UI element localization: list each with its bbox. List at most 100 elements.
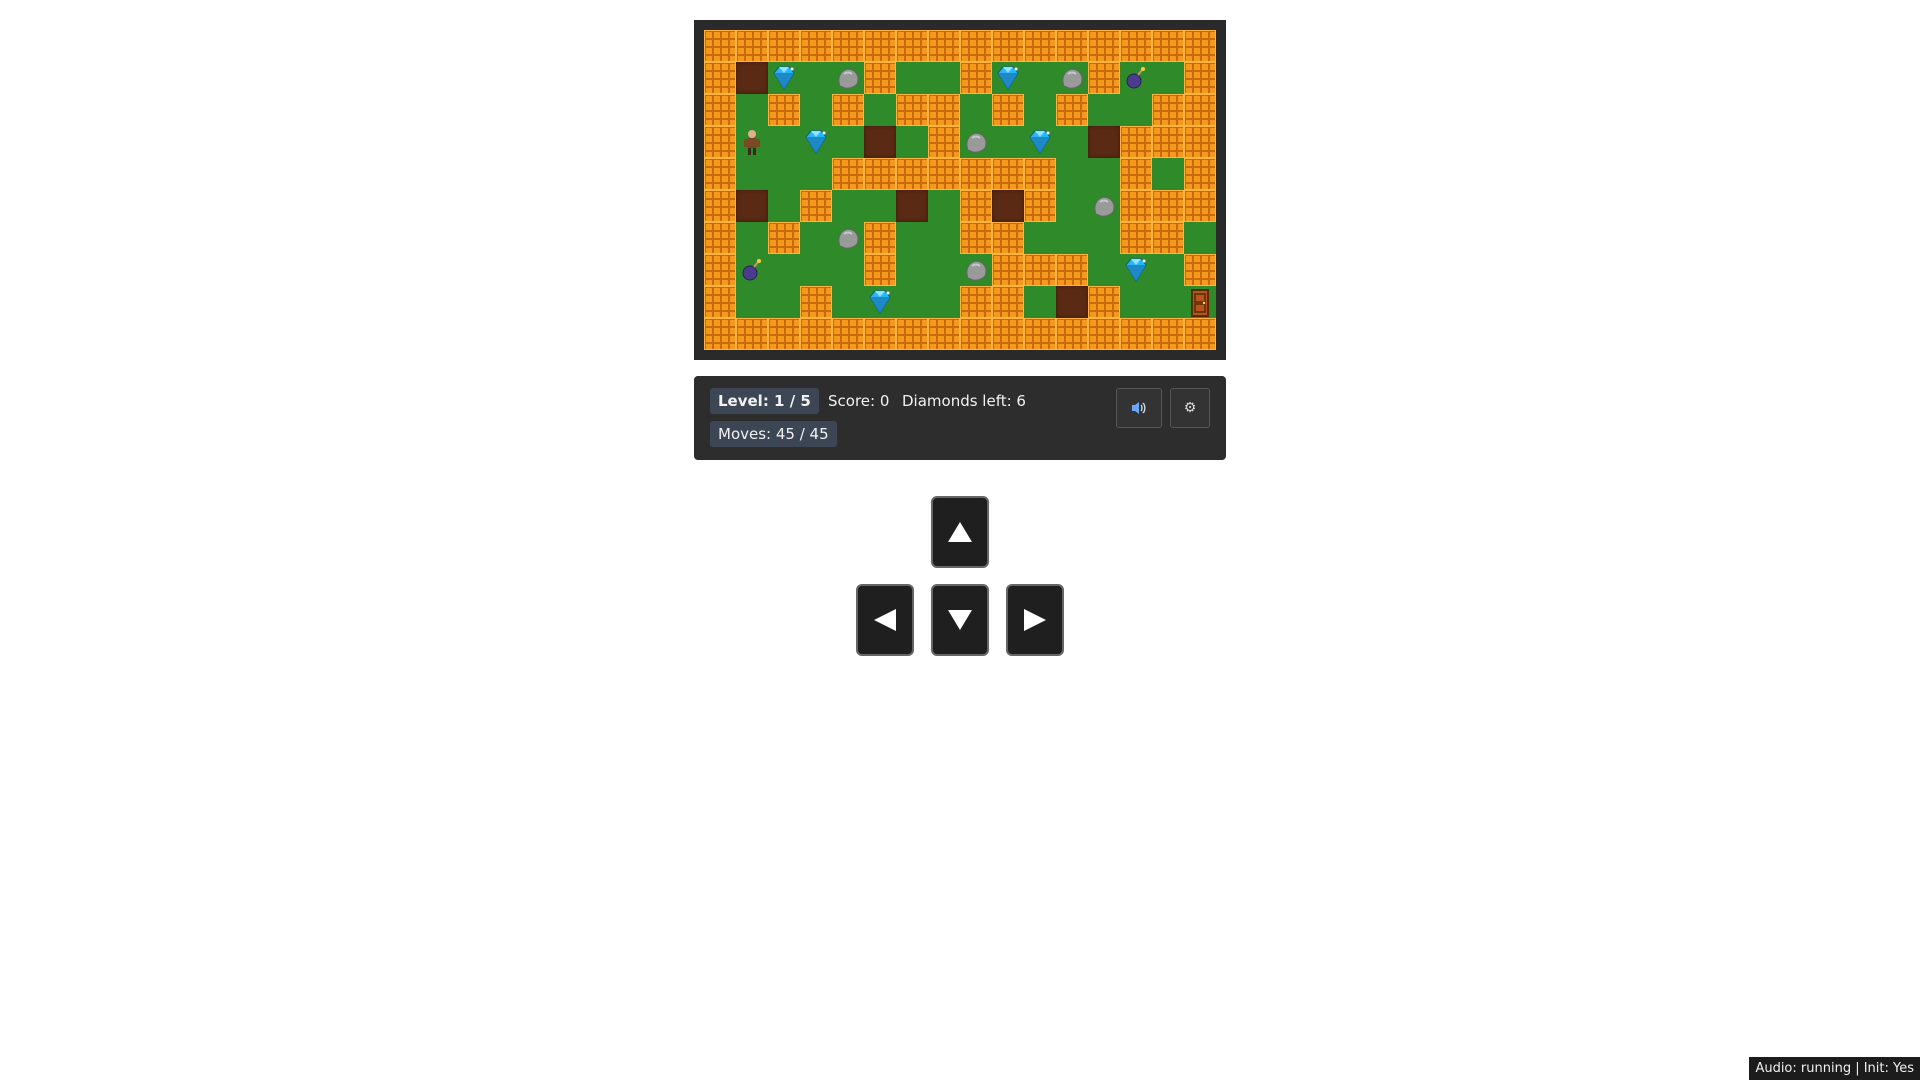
grass-floor-tile: [800, 158, 832, 190]
brick-wall-tile: [1088, 30, 1120, 62]
move-right-button[interactable]: [1006, 584, 1064, 656]
grass-floor-tile: [896, 254, 928, 286]
brick-wall-tile: [864, 222, 896, 254]
dirt-tile: [1088, 126, 1120, 158]
grass-floor-tile: [1088, 254, 1120, 286]
grass-floor-tile: [896, 222, 928, 254]
grass-floor-tile: [1088, 158, 1120, 190]
player-tile: [736, 126, 768, 158]
brick-wall-tile: [864, 62, 896, 94]
diamond-icon: [1125, 258, 1147, 282]
brick-wall-tile: [704, 94, 736, 126]
brick-wall-tile: [768, 30, 800, 62]
brick-wall-tile: [704, 126, 736, 158]
brick-wall-tile: [864, 254, 896, 286]
grass-floor-tile: [896, 286, 928, 318]
grass-floor-tile: [1056, 126, 1088, 158]
diamond-tile: [1120, 254, 1152, 286]
game-board-frame: [694, 20, 1226, 360]
diamond-tile: [1024, 126, 1056, 158]
brick-wall-tile: [1184, 30, 1216, 62]
grass-floor-tile: [1120, 286, 1152, 318]
brick-wall-tile: [992, 318, 1024, 350]
brick-wall-tile: [960, 158, 992, 190]
boulder-icon: [1094, 196, 1115, 217]
diamond-icon: [773, 66, 795, 90]
brick-wall-tile: [800, 190, 832, 222]
brick-wall-tile: [1088, 62, 1120, 94]
grass-floor-tile: [800, 62, 832, 94]
brick-wall-tile: [1184, 62, 1216, 94]
brick-wall-tile: [1024, 190, 1056, 222]
boulder-tile: [1088, 190, 1120, 222]
grass-floor-tile: [960, 94, 992, 126]
grass-floor-tile: [800, 254, 832, 286]
boulder-tile: [960, 126, 992, 158]
moves-counter: Moves: 45 / 45: [710, 421, 837, 447]
sound-button[interactable]: [1116, 388, 1162, 428]
move-up-button[interactable]: [931, 496, 989, 568]
dirt-tile: [736, 62, 768, 94]
grass-floor-tile: [800, 222, 832, 254]
brick-wall-tile: [704, 62, 736, 94]
brick-wall-tile: [896, 318, 928, 350]
diamond-icon: [997, 66, 1019, 90]
settings-button[interactable]: ⚙: [1170, 388, 1210, 428]
brick-wall-tile: [704, 30, 736, 62]
grass-floor-tile: [736, 94, 768, 126]
move-left-button[interactable]: [856, 584, 914, 656]
brick-wall-tile: [768, 94, 800, 126]
brick-wall-tile: [992, 158, 1024, 190]
brick-wall-tile: [960, 190, 992, 222]
hud-panel: Level: 1 / 5 Score: 0 Diamonds left: 6 M…: [694, 376, 1226, 460]
exit-door-tile: [1184, 286, 1216, 318]
brick-wall-tile: [928, 158, 960, 190]
brick-wall-tile: [1120, 318, 1152, 350]
brick-wall-tile: [736, 30, 768, 62]
grass-floor-tile: [768, 190, 800, 222]
brick-wall-tile: [928, 94, 960, 126]
diamond-icon: [869, 290, 891, 314]
boulder-icon: [966, 132, 987, 153]
brick-wall-tile: [1056, 94, 1088, 126]
grass-floor-tile: [1024, 222, 1056, 254]
diamond-tile: [800, 126, 832, 158]
brick-wall-tile: [896, 30, 928, 62]
brick-wall-tile: [1152, 94, 1184, 126]
grass-floor-tile: [896, 62, 928, 94]
brick-wall-tile: [992, 222, 1024, 254]
brick-wall-tile: [832, 30, 864, 62]
brick-wall-tile: [896, 158, 928, 190]
brick-wall-tile: [960, 30, 992, 62]
brick-wall-tile: [1088, 318, 1120, 350]
game-board: [704, 30, 1216, 350]
brick-wall-tile: [928, 30, 960, 62]
grass-floor-tile: [832, 286, 864, 318]
brick-wall-tile: [1152, 222, 1184, 254]
grass-floor-tile: [1024, 94, 1056, 126]
dirt-tile: [992, 190, 1024, 222]
arrow-up-icon: [948, 522, 972, 542]
brick-wall-tile: [1024, 158, 1056, 190]
grass-floor-tile: [1024, 286, 1056, 318]
boulder-icon: [838, 228, 859, 249]
brick-wall-tile: [864, 318, 896, 350]
brick-wall-tile: [800, 318, 832, 350]
move-down-button[interactable]: [931, 584, 989, 656]
grass-floor-tile: [736, 158, 768, 190]
grass-floor-tile: [736, 222, 768, 254]
brick-wall-tile: [1088, 286, 1120, 318]
brick-wall-tile: [832, 318, 864, 350]
brick-wall-tile: [864, 158, 896, 190]
brick-wall-tile: [928, 126, 960, 158]
grass-floor-tile: [832, 190, 864, 222]
brick-wall-tile: [704, 286, 736, 318]
brick-wall-tile: [704, 254, 736, 286]
brick-wall-tile: [1024, 318, 1056, 350]
brick-wall-tile: [1152, 190, 1184, 222]
boulder-icon: [838, 68, 859, 89]
brick-wall-tile: [1152, 318, 1184, 350]
grass-floor-tile: [864, 94, 896, 126]
diamond-tile: [864, 286, 896, 318]
grass-floor-tile: [928, 190, 960, 222]
